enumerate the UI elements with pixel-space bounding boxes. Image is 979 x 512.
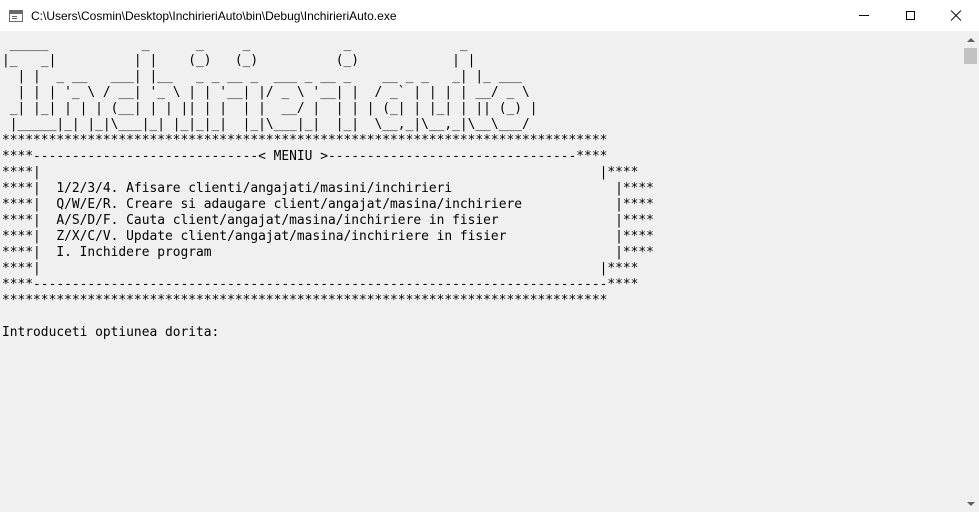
banner-line: |_ _| | | (_) (_) (_) | | bbox=[2, 53, 476, 68]
menu-header: ****-----------------------------< MENIU… bbox=[2, 149, 608, 164]
scroll-up-button[interactable] bbox=[962, 31, 979, 48]
menu-blank-line: ****| |**** bbox=[2, 165, 639, 180]
menu-border-top: ****************************************… bbox=[2, 133, 608, 148]
arrow-down-icon bbox=[966, 501, 975, 506]
close-icon bbox=[950, 10, 962, 22]
scrollbar-thumb[interactable] bbox=[964, 48, 977, 64]
title-bar[interactable]: C:\Users\Cosmin\Desktop\InchirieriAuto\b… bbox=[0, 0, 979, 31]
menu-border-bottom: ****************************************… bbox=[2, 293, 608, 308]
banner-line: _____ _ _ _ _ _ bbox=[2, 37, 468, 52]
minimize-button[interactable] bbox=[841, 0, 887, 31]
close-button[interactable] bbox=[933, 0, 979, 31]
menu-item: ****| I. Inchidere program |**** bbox=[2, 245, 654, 260]
minimize-icon bbox=[859, 15, 869, 16]
banner-line: | | | '_ \ / __| '_ \ | | '__| |/ _ \ '_… bbox=[2, 85, 530, 100]
console-window-icon[interactable] bbox=[9, 9, 23, 22]
arrow-up-icon bbox=[966, 37, 975, 42]
window-controls bbox=[841, 0, 979, 31]
maximize-icon bbox=[905, 11, 915, 20]
vertical-scrollbar[interactable] bbox=[962, 31, 979, 512]
menu-item: ****| A/S/D/F. Cauta client/angajat/masi… bbox=[2, 213, 654, 228]
menu-item: ****| Q/W/E/R. Creare si adaugare client… bbox=[2, 197, 654, 212]
console-window: C:\Users\Cosmin\Desktop\InchirieriAuto\b… bbox=[0, 0, 979, 512]
scroll-down-button[interactable] bbox=[962, 495, 979, 512]
menu-blank-line: ****| |**** bbox=[2, 261, 639, 276]
console-output[interactable]: _____ _ _ _ _ _ |_ _| | | (_) (_) (_) | |… bbox=[0, 31, 962, 512]
input-prompt[interactable]: Introduceti optiunea dorita: bbox=[2, 325, 962, 341]
menu-item: ****| 1/2/3/4. Afisare clienti/angajati/… bbox=[2, 181, 654, 196]
maximize-button[interactable] bbox=[887, 0, 933, 31]
banner-line: |_____|_| |_|\___|_| |_|_|_| |_|\___|_| … bbox=[2, 117, 530, 132]
menu-item: ****| Z/X/C/V. Update client/angajat/mas… bbox=[2, 229, 654, 244]
banner-line: | | _ __ ___| |__ _ _ __ _ ___ _ __ _ __… bbox=[2, 69, 522, 84]
window-title: C:\Users\Cosmin\Desktop\InchirieriAuto\b… bbox=[31, 8, 397, 23]
menu-footer: ****------------------------------------… bbox=[2, 277, 639, 292]
banner-line: _| |_| | | | (__| | | || | | | | __/ | |… bbox=[2, 101, 538, 116]
